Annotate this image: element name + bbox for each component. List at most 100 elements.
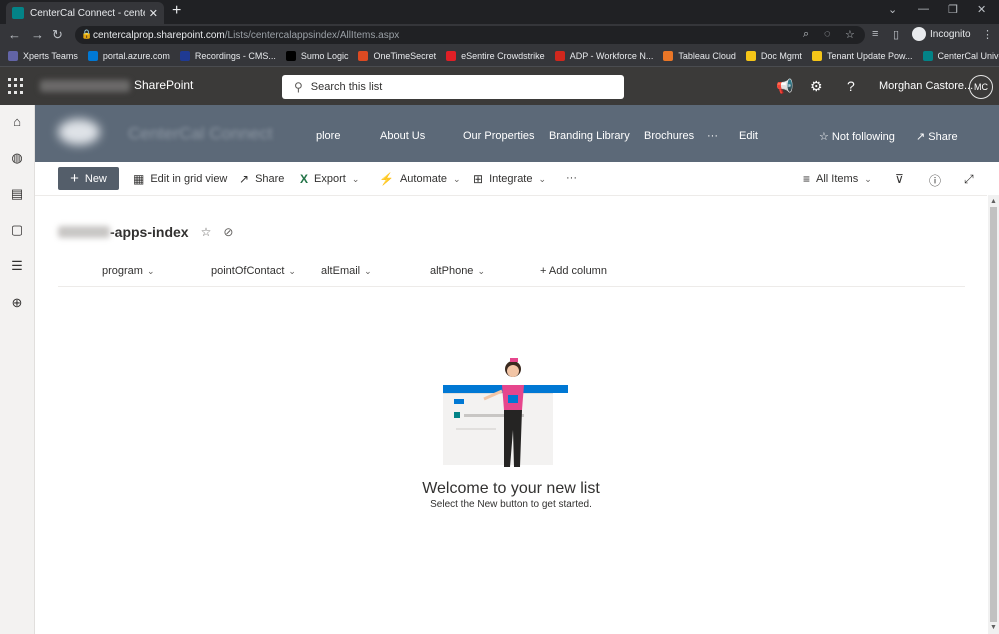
- address-bar[interactable]: 🔒 centercalprop.sharepoint.com/Lists/cen…: [75, 26, 865, 44]
- bookmark-item[interactable]: ADP - Workforce N...: [554, 51, 653, 61]
- bookmark-favicon-icon: [663, 51, 674, 61]
- restore-icon[interactable]: ❐: [948, 3, 958, 16]
- bookmark-favicon-icon: [922, 51, 933, 61]
- automate-button[interactable]: ⚡ Automate ⌄: [379, 172, 461, 186]
- bookmark-item[interactable]: Recordings - CMS...: [179, 51, 276, 61]
- follow-button[interactable]: ☆ Not following: [819, 130, 895, 143]
- file-icon[interactable]: ▢: [10, 223, 24, 237]
- bookmark-item[interactable]: Xperts Teams: [8, 51, 78, 61]
- eye-off-icon[interactable]: ◌: [824, 28, 831, 40]
- share-button[interactable]: ↗ Share: [239, 172, 284, 186]
- bookmark-item[interactable]: CenterCal Universit...: [922, 51, 999, 61]
- url-domain: centercalprop.sharepoint.com: [93, 29, 225, 41]
- more-commands-button[interactable]: ···: [566, 172, 577, 184]
- column-label: program: [102, 265, 143, 277]
- zoom-icon[interactable]: ⌕: [803, 28, 809, 41]
- new-button[interactable]: + New: [58, 167, 119, 190]
- sharepoint-favicon-icon: [12, 7, 24, 19]
- list-icon[interactable]: ☰: [10, 259, 24, 273]
- info-icon[interactable]: ⓘ: [929, 172, 941, 189]
- globe-icon[interactable]: ◍: [10, 151, 24, 165]
- site-title[interactable]: CenterCal Connect: [128, 124, 273, 144]
- share-icon: ↗: [239, 172, 250, 186]
- bookmark-favicon-icon: [179, 51, 190, 61]
- favorite-star-icon[interactable]: ☆: [201, 225, 212, 239]
- bookmark-item[interactable]: Tenant Update Pow...: [811, 51, 913, 61]
- bookmark-item[interactable]: OneTimeSecret: [358, 51, 436, 61]
- reload-icon[interactable]: ↻: [52, 27, 63, 43]
- tab-search-icon[interactable]: ⌄: [888, 3, 897, 16]
- scroll-up-icon[interactable]: ▲: [990, 198, 997, 205]
- column-header-altemail[interactable]: altEmail ⌄: [321, 265, 372, 277]
- site-nav-more[interactable]: ···: [707, 130, 718, 142]
- incognito-indicator[interactable]: Incognito: [912, 27, 971, 41]
- reading-list-icon[interactable]: ≡: [872, 28, 878, 40]
- chevron-down-icon: ⌄: [351, 173, 360, 184]
- user-name[interactable]: Morghan Castore...: [879, 80, 973, 92]
- site-nav-item[interactable]: plore: [316, 130, 340, 142]
- filter-icon[interactable]: ⊽: [895, 172, 904, 186]
- site-nav-item[interactable]: Branding Library: [549, 130, 630, 142]
- integrate-button[interactable]: ⊞ Integrate ⌄: [473, 172, 546, 186]
- new-tab-icon[interactable]: +: [172, 2, 181, 20]
- search-input[interactable]: ⚲ Search this list: [282, 75, 624, 99]
- export-button[interactable]: X Export ⌄: [300, 172, 359, 186]
- edit-grid-button[interactable]: ▦ Edit in grid view: [133, 172, 227, 186]
- column-header-program[interactable]: program ⌄: [102, 265, 155, 277]
- expand-icon[interactable]: ⤢: [964, 172, 974, 187]
- column-header-altphone[interactable]: altPhone ⌄: [430, 265, 485, 277]
- share-label: Share: [255, 173, 285, 185]
- settings-gear-icon[interactable]: ⚙: [810, 78, 823, 95]
- empty-state-title: Welcome to your new list: [422, 480, 600, 497]
- bookmark-label: Tableau Cloud: [678, 51, 736, 61]
- chevron-down-icon: ⌄: [477, 266, 485, 276]
- bookmark-favicon-icon: [745, 51, 756, 61]
- site-nav-item[interactable]: Our Properties: [463, 130, 535, 142]
- close-window-icon[interactable]: ✕: [977, 3, 986, 16]
- column-label: pointOfContact: [211, 265, 285, 277]
- bookmark-label: Xperts Teams: [23, 51, 78, 61]
- close-tab-icon[interactable]: ✕: [149, 7, 158, 20]
- lock-icon: 🔒: [81, 29, 93, 39]
- scrollbar-thumb[interactable]: [990, 207, 997, 622]
- integrate-icon: ⊞: [473, 172, 484, 186]
- site-share-button[interactable]: ↗ Share: [916, 130, 958, 143]
- suite-brand[interactable]: SharePoint: [40, 78, 193, 92]
- column-header-pointofcontact[interactable]: pointOfContact ⌄: [211, 265, 296, 277]
- bookmark-item[interactable]: Sumo Logic: [285, 51, 348, 61]
- forward-icon[interactable]: →: [31, 27, 44, 42]
- site-nav-item[interactable]: Brochures: [644, 130, 694, 142]
- tab-title: CenterCal Connect - centercal-ap: [30, 7, 145, 19]
- site-nav-edit[interactable]: Edit: [739, 130, 758, 142]
- empty-list-illustration: [443, 358, 568, 467]
- bookmark-item[interactable]: portal.azure.com: [87, 51, 170, 61]
- chevron-down-icon: ⌄: [453, 173, 461, 184]
- browser-menu-icon[interactable]: ⋮: [982, 28, 993, 41]
- scroll-down-icon[interactable]: ▼: [990, 624, 997, 631]
- bookmark-item[interactable]: eSentire Crowdstrike: [446, 51, 545, 61]
- bookmark-item[interactable]: Doc Mgmt: [745, 51, 802, 61]
- add-column-button[interactable]: + Add column: [540, 265, 607, 277]
- view-switcher[interactable]: ≡ All Items ⌄: [803, 172, 872, 186]
- news-icon[interactable]: ▤: [10, 187, 24, 201]
- avatar[interactable]: MC: [969, 75, 993, 99]
- home-icon[interactable]: ⌂: [10, 115, 24, 129]
- side-panel-icon[interactable]: ▯: [893, 28, 899, 41]
- site-logo[interactable]: [58, 119, 100, 145]
- add-column-label: + Add column: [540, 265, 607, 277]
- browser-toolbar: ← → ↻ 🔒 centercalprop.sharepoint.com/Lis…: [0, 24, 999, 46]
- back-icon[interactable]: ←: [8, 27, 21, 42]
- help-icon[interactable]: ?: [847, 78, 855, 94]
- share-label: Share: [928, 131, 958, 143]
- add-circle-icon[interactable]: ⊕: [10, 296, 24, 310]
- bookmark-item[interactable]: Tableau Cloud: [663, 51, 736, 61]
- bookmarks-bar: Xperts Teams portal.azure.com Recordings -…: [0, 46, 999, 67]
- excel-icon: X: [300, 172, 309, 186]
- site-nav-item[interactable]: About Us: [380, 130, 425, 142]
- bookmark-star-icon[interactable]: ☆: [845, 28, 855, 41]
- browser-tab[interactable]: CenterCal Connect - centercal-ap ✕: [6, 2, 164, 24]
- megaphone-icon[interactable]: 📢: [776, 78, 793, 95]
- status-check-icon[interactable]: ⊘: [223, 225, 233, 239]
- app-launcher-icon[interactable]: [8, 78, 24, 94]
- minimize-icon[interactable]: —: [918, 3, 929, 15]
